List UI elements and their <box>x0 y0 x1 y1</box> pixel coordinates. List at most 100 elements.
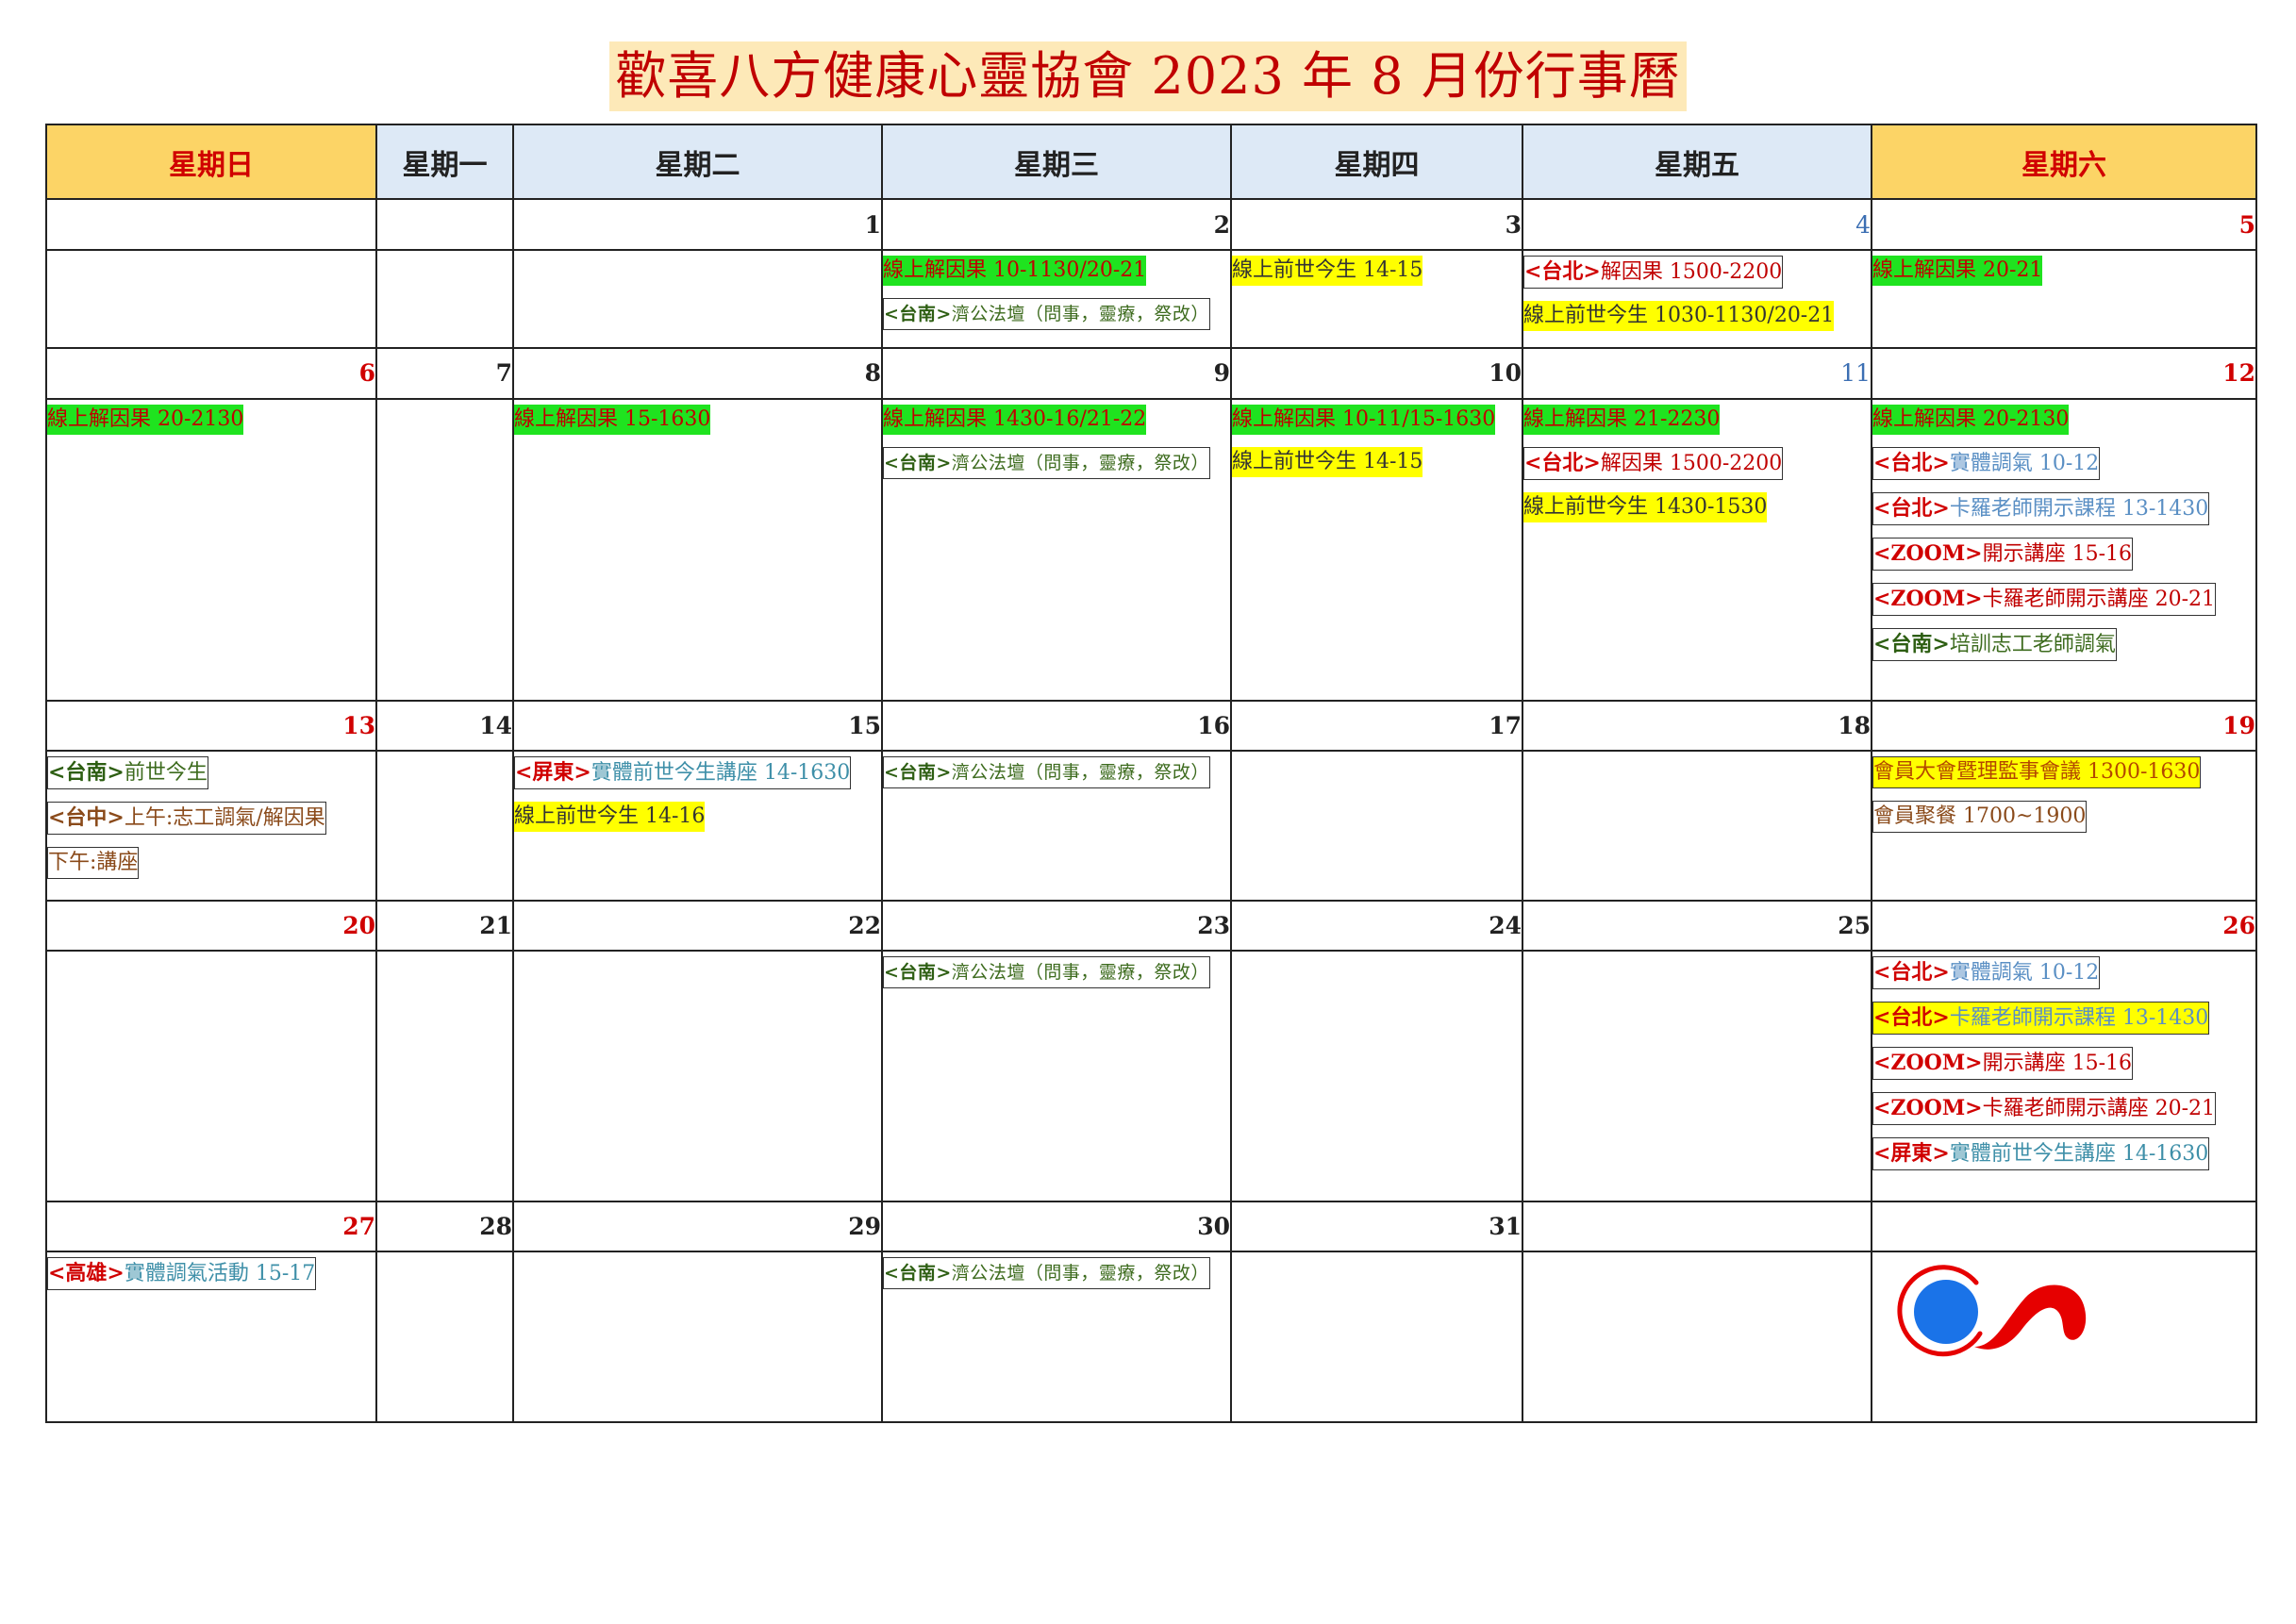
week4-dates: 20 21 22 23 24 25 26 <box>45 899 2257 953</box>
event-prefix: <台南> <box>884 962 952 984</box>
day-cell-22 <box>512 950 883 1202</box>
date-12: 12 <box>1871 347 2257 400</box>
event-item: 線上解因果 20-21 <box>1872 255 2043 286</box>
date-empty <box>1522 1200 1872 1252</box>
event-item: 下午:講座 <box>47 846 140 879</box>
event-item: <ZOOM>卡羅老師開示講座 20-21 <box>1872 582 2217 616</box>
event-prefix: <台北> <box>1873 450 1950 475</box>
event-prefix: <台北> <box>1524 450 1601 475</box>
weekday-wednesday: 星期三 <box>881 123 1232 201</box>
date-20: 20 <box>45 899 377 953</box>
day-cell-6: 線上解因果 20-2130 <box>45 397 377 702</box>
date-6: 6 <box>45 347 377 400</box>
event-text: 實體前世今生講座 14-1630 <box>1949 1142 2209 1167</box>
association-logo-icon <box>1897 1265 2087 1357</box>
day-cell-8: 線上解因果 15-1630 <box>512 397 883 702</box>
event-text: 實體調氣 10-12 <box>1949 451 2100 475</box>
event-item: 會員聚餐 1700~1900 <box>1872 800 2088 833</box>
date-29: 29 <box>512 1200 883 1252</box>
event-item: <台南>濟公法壇（問事，靈療，祭改） <box>883 1256 1210 1289</box>
calendar-table: 星期日 星期一 星期二 星期三 星期四 星期五 星期六 1 2 3 4 5 線上… <box>45 123 2257 1424</box>
event-item: <台北>卡羅老師開示課程 13-1430 <box>1872 491 2210 525</box>
event-prefix: <ZOOM> <box>1873 540 1983 566</box>
date-22: 22 <box>512 899 883 953</box>
event-item: <台北>實體調氣 10-12 <box>1872 446 2101 480</box>
event-text: 濟公法壇（問事，靈療，祭改） <box>951 761 1209 783</box>
event-prefix: <台南> <box>884 303 952 324</box>
weekday-tuesday: 星期二 <box>512 123 883 201</box>
event-prefix: <台北> <box>1524 258 1601 284</box>
event-text: 卡羅老師開示講座 20-21 <box>1982 1097 2216 1121</box>
week1-events: 線上解因果 10-1130/20-21 <台南>濟公法壇（問事，靈療，祭改） 線… <box>45 248 2257 350</box>
event-text: 濟公法壇（問事，靈療，祭改） <box>951 962 1209 984</box>
weekday-header-row: 星期日 星期一 星期二 星期三 星期四 星期五 星期六 <box>45 123 2257 201</box>
day-cell-4: <台北>解因果 1500-2200 線上前世今生 1030-1130/20-21 <box>1522 248 1872 350</box>
week3-dates: 13 14 15 16 17 18 19 <box>45 699 2257 752</box>
day-cell-1 <box>512 248 883 350</box>
event-prefix: <台北> <box>1873 1005 1950 1031</box>
event-text: 開示講座 15-16 <box>1982 1052 2133 1076</box>
event-item: 會員大會暨理監事會議 1300-1630 <box>1872 755 2202 788</box>
event-item: <台北>解因果 1500-2200 <box>1523 255 1784 289</box>
event-text: 卡羅老師開示講座 20-21 <box>1982 587 2216 611</box>
day-cell-26: <台北>實體調氣 10-12 <台北>卡羅老師開示課程 13-1430 <ZOO… <box>1871 950 2257 1202</box>
day-cell-13: <台南>前世今生 <台中>上午:志工調氣/解因果 下午:講座 <box>45 749 377 902</box>
logo-cell <box>1871 1250 2257 1424</box>
event-text: 解因果 1500-2200 <box>1600 259 1783 284</box>
date-2: 2 <box>881 198 1232 251</box>
event-prefix: <屏東> <box>515 759 591 785</box>
date-14: 14 <box>375 699 514 752</box>
event-item: <台北>實體調氣 10-12 <box>1872 956 2101 990</box>
event-prefix: <台南> <box>1873 631 1950 656</box>
date-28: 28 <box>375 1200 514 1252</box>
date-1: 1 <box>512 198 883 251</box>
day-cell-30: <台南>濟公法壇（問事，靈療，祭改） <box>881 1250 1232 1424</box>
event-item: <台南>濟公法壇（問事，靈療，祭改） <box>883 446 1210 479</box>
weekday-saturday: 星期六 <box>1871 123 2257 201</box>
day-cell-12: 線上解因果 20-2130 <台北>實體調氣 10-12 <台北>卡羅老師開示課… <box>1871 397 2257 702</box>
day-cell-11: 線上解因果 21-2230 <台北>解因果 1500-2200 線上前世今生 1… <box>1522 397 1872 702</box>
event-prefix: <台南> <box>48 759 125 785</box>
event-item: 線上解因果 1430-16/21-22 <box>883 404 1147 435</box>
event-text: 上午:志工調氣/解因果 <box>124 805 325 830</box>
event-item: <台南>濟公法壇（問事，靈療，祭改） <box>883 755 1210 788</box>
event-item: 線上解因果 10-1130/20-21 <box>883 255 1147 286</box>
event-text: 濟公法壇（問事，靈療，祭改） <box>951 452 1209 473</box>
week4-events: <台南>濟公法壇（問事，靈療，祭改） <台北>實體調氣 10-12 <台北>卡羅… <box>45 950 2257 1202</box>
day-cell-16: <台南>濟公法壇（問事，靈療，祭改） <box>881 749 1232 902</box>
event-item: <台北>解因果 1500-2200 <box>1523 446 1784 480</box>
event-item: <台南>前世今生 <box>47 755 208 789</box>
event-prefix: <屏東> <box>1873 1141 1950 1167</box>
date-5: 5 <box>1871 198 2257 251</box>
date-4: 4 <box>1522 198 1872 251</box>
day-cell <box>1522 1250 1872 1424</box>
date-21: 21 <box>375 899 514 953</box>
week3-events: <台南>前世今生 <台中>上午:志工調氣/解因果 下午:講座 <屏東>實體前世今… <box>45 749 2257 902</box>
event-text: 培訓志工老師調氣 <box>1949 632 2116 656</box>
event-item: 線上前世今生 1430-1530 <box>1523 491 1768 522</box>
week1-dates: 1 2 3 4 5 <box>45 198 2257 251</box>
weekday-sunday: 星期日 <box>45 123 377 201</box>
date-25: 25 <box>1522 899 1872 953</box>
day-cell-29 <box>512 1250 883 1424</box>
event-prefix: <ZOOM> <box>1873 586 1983 611</box>
event-item: <台中>上午:志工調氣/解因果 <box>47 801 326 835</box>
date-empty <box>1871 1200 2257 1252</box>
date-17: 17 <box>1230 699 1523 752</box>
event-text: 卡羅老師開示課程 13-1430 <box>1949 496 2209 521</box>
date-empty <box>375 198 514 251</box>
day-cell-21 <box>375 950 514 1202</box>
date-24: 24 <box>1230 899 1523 953</box>
event-text: 實體前世今生講座 14-1630 <box>591 760 851 785</box>
weekday-friday: 星期五 <box>1522 123 1872 201</box>
event-item: <台南>濟公法壇（問事，靈療，祭改） <box>883 297 1210 330</box>
event-item: 線上解因果 21-2230 <box>1523 404 1721 435</box>
day-cell-31 <box>1230 1250 1523 1424</box>
weekday-thursday: 星期四 <box>1230 123 1523 201</box>
event-item: <ZOOM>開示講座 15-16 <box>1872 537 2134 571</box>
date-8: 8 <box>512 347 883 400</box>
date-11: 11 <box>1522 347 1872 400</box>
event-item: <台南>濟公法壇（問事，靈療，祭改） <box>883 956 1210 989</box>
date-10: 10 <box>1230 347 1523 400</box>
event-prefix: <台北> <box>1873 960 1950 986</box>
